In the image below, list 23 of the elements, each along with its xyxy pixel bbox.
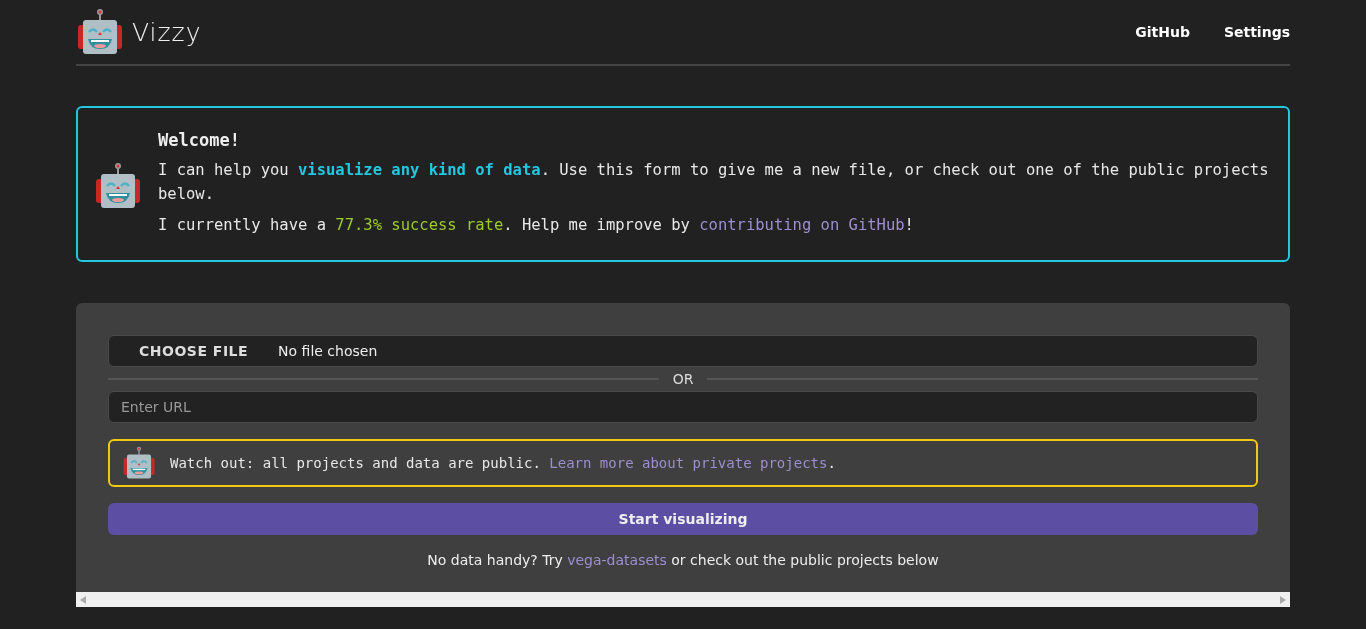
or-divider-label: OR [672,371,694,387]
welcome-paragraph: I can help you visualize any kind of data. Use this form to give me a new file, or check out one of the public projects below. [158,160,1270,205]
horizontal-scrollbar[interactable] [76,592,1290,607]
nav-link[interactable]: Settings [1223,24,1290,40]
brand-name: Vizzy [132,17,202,47]
robot-icon [122,446,156,480]
text-link[interactable]: vega-datasets [567,552,667,568]
robot-logo-icon [76,8,124,56]
file-input[interactable]: CHOOSE FILE No file chosen [108,335,1258,367]
choose-file-button[interactable]: CHOOSE FILE [109,343,279,359]
footer-text: No data handy? Try vega-datasets or check out the public projects below [426,552,940,570]
warning-text: Watch out: all projects and data are public. Learn more about private projects. [170,455,836,471]
text-link[interactable]: contributing on GitHub [699,216,905,234]
file-status: No file chosen [278,343,378,359]
welcome-paragraph: I currently have a 77.3% success rate. Help me improve by contributing on GitHub! [158,215,915,236]
text-link[interactable]: Learn more about private projects [549,455,828,471]
url-field[interactable]: Enter URL [108,391,1258,423]
start-button[interactable]: Start visualizing [108,503,1258,535]
scroll-right-icon[interactable] [1280,595,1286,604]
welcome-title: Welcome! [158,129,241,152]
robot-icon [94,162,142,210]
nav-link[interactable]: GitHub [1135,24,1190,40]
scroll-left-icon[interactable] [80,595,86,604]
